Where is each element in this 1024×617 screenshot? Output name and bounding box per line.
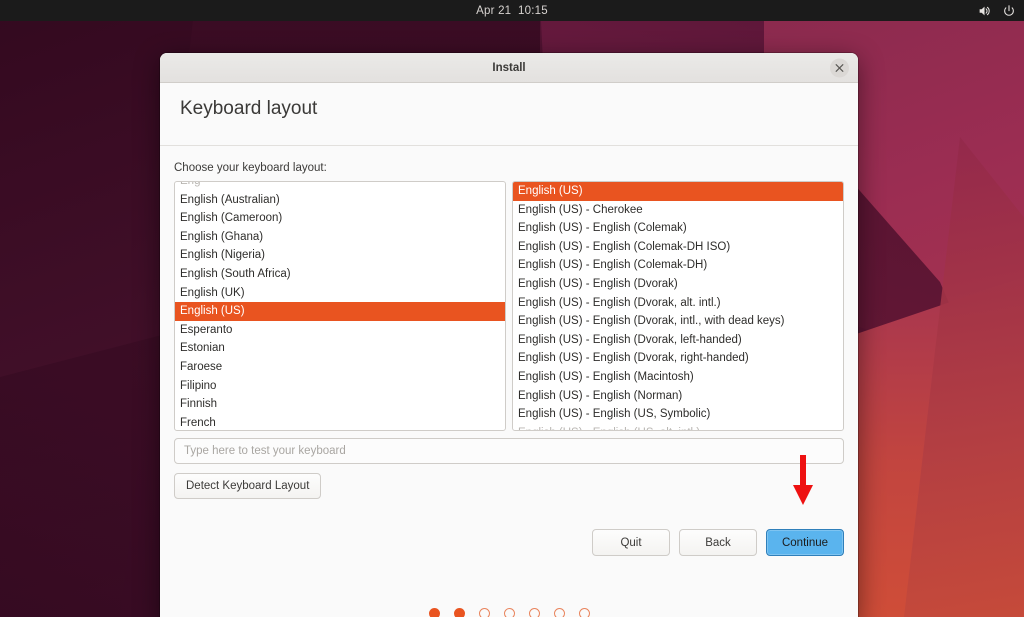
progress-dot[interactable] (578, 608, 590, 617)
page-header: Keyboard layout (160, 83, 858, 146)
list-item[interactable]: English (Cameroon) (175, 209, 505, 228)
keyboard-layout-label: Choose your keyboard layout: (174, 162, 327, 174)
list-item[interactable]: Estonian (175, 339, 505, 358)
system-tray (977, 0, 1016, 21)
system-top-bar: Apr 21 10:15 (0, 0, 1024, 21)
keyboard-test-input[interactable] (174, 438, 844, 464)
list-item[interactable]: English (US) - English (US, Symbolic) (513, 405, 843, 424)
variant-listbox[interactable]: English (US) English (US) - Cherokee Engli… (512, 181, 844, 431)
list-item-partial: English (US) - English (US, alt. intl.) (513, 424, 843, 430)
list-item[interactable]: English (US) - English (Macintosh) (513, 368, 843, 387)
continue-button[interactable]: Continue (766, 529, 844, 556)
list-item[interactable]: English (US) - English (Dvorak, left-han… (513, 331, 843, 350)
list-item[interactable]: English (US) - English (Dvorak, right-ha… (513, 349, 843, 368)
list-item[interactable]: English (Australian) (175, 191, 505, 210)
list-item[interactable]: English (US) - English (Colemak-DH ISO) (513, 238, 843, 257)
progress-dot[interactable] (553, 608, 565, 617)
clock[interactable]: Apr 21 10:15 (476, 5, 548, 17)
window-title: Install (492, 61, 526, 74)
list-item[interactable]: Faroese (175, 358, 505, 377)
page-content: Choose your keyboard layout: Eng English … (160, 146, 858, 617)
list-item[interactable]: English (US) - English (Colemak-DH) (513, 256, 843, 275)
keyboard-selection-lists: Eng English (Australian) English (Cameroon… (174, 181, 844, 431)
list-item[interactable]: French (175, 414, 505, 430)
list-item[interactable]: English (US) - English (Dvorak, alt. int… (513, 294, 843, 313)
navigation-buttons: Quit Back Continue (174, 529, 844, 556)
list-item-partial: Eng (180, 181, 201, 187)
progress-dot[interactable] (503, 608, 515, 617)
list-item[interactable]: English (Ghana) (175, 228, 505, 247)
list-item[interactable]: Filipino (175, 377, 505, 396)
page-title: Keyboard layout (180, 98, 318, 119)
list-item[interactable]: English (UK) (175, 284, 505, 303)
list-item[interactable]: English (South Africa) (175, 265, 505, 284)
progress-dot[interactable] (428, 608, 440, 617)
list-item[interactable]: English (US) - Cherokee (513, 201, 843, 220)
list-item[interactable]: English (Nigeria) (175, 246, 505, 265)
close-icon[interactable] (830, 58, 849, 77)
quit-button[interactable]: Quit (592, 529, 670, 556)
list-item[interactable]: English (US) - English (Dvorak, intl., w… (513, 312, 843, 331)
list-item-selected[interactable]: English (US) (175, 302, 505, 321)
list-item[interactable]: English (US) - English (Dvorak) (513, 275, 843, 294)
list-item[interactable]: English (US) - English (Colemak) (513, 219, 843, 238)
desktop-screen: Apr 21 10:15 Install Keyboard layout Cho… (0, 0, 1024, 617)
list-item[interactable]: English (US) - English (Norman) (513, 387, 843, 406)
progress-dots (174, 608, 844, 617)
list-item-selected[interactable]: English (US) (513, 182, 843, 201)
list-item[interactable]: Finnish (175, 395, 505, 414)
variant-list-inner: English (US) English (US) - Cherokee Engli… (513, 182, 843, 430)
detect-keyboard-layout-button[interactable]: Detect Keyboard Layout (174, 473, 322, 499)
installer-window: Install Keyboard layout Choose your keyb… (160, 53, 858, 617)
layout-listbox[interactable]: Eng English (Australian) English (Cameroon… (174, 181, 506, 431)
back-button[interactable]: Back (679, 529, 757, 556)
progress-dot[interactable] (478, 608, 490, 617)
progress-dot[interactable] (528, 608, 540, 617)
power-icon[interactable] (1002, 4, 1016, 18)
list-item[interactable]: Esperanto (175, 321, 505, 340)
layout-list-inner: Eng English (Australian) English (Cameroon… (175, 181, 505, 430)
volume-icon[interactable] (977, 4, 991, 18)
window-titlebar[interactable]: Install (160, 53, 858, 83)
progress-dot[interactable] (453, 608, 465, 617)
